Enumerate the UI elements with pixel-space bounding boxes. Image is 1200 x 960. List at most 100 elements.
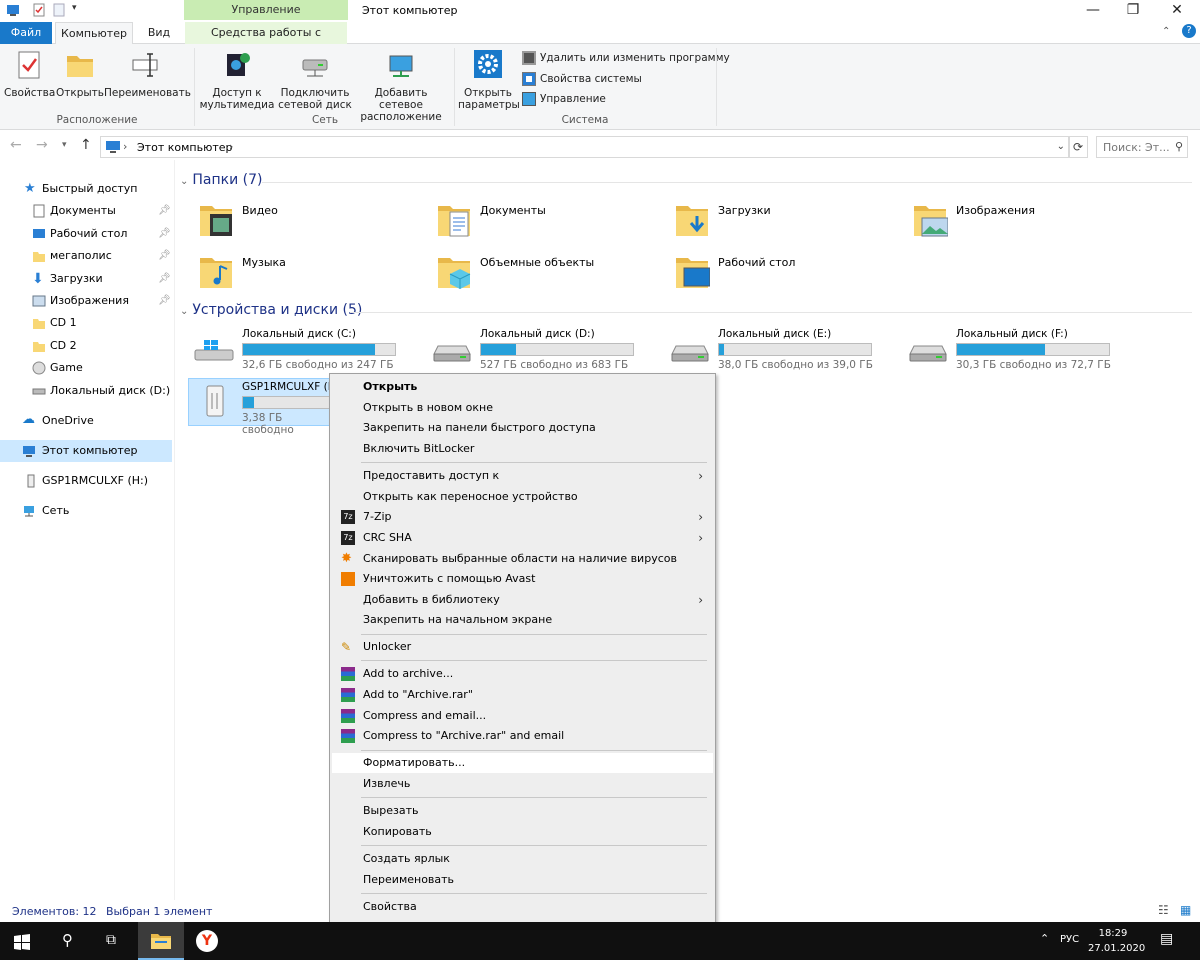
chevron-up-icon[interactable]: ⌃ <box>1040 932 1049 945</box>
details-view-icon[interactable]: ☷ <box>1158 903 1169 917</box>
drive-d[interactable]: Локальный диск (D:) 527 ГБ свободно из 6… <box>418 326 650 374</box>
maximize-button[interactable]: ❐ <box>1110 0 1156 22</box>
breadcrumb-chevron-icon[interactable]: › <box>123 140 127 153</box>
address-bar[interactable]: › Этот компьютер › ⌄ <box>100 136 1070 158</box>
menu-item-unlocker[interactable]: ✎ Unlocker <box>332 637 713 657</box>
menu-item-rename[interactable]: Переименовать <box>332 870 713 890</box>
up-icon[interactable]: ↑ <box>80 137 92 153</box>
tab-computer[interactable]: Компьютер <box>55 22 133 45</box>
folder-video[interactable]: Видео <box>180 196 410 244</box>
folder-documents[interactable]: Документы <box>418 196 648 244</box>
large-icons-view-icon[interactable]: ▦ <box>1180 903 1191 917</box>
pin-icon[interactable]: 📌︎ <box>158 223 171 245</box>
help-icon[interactable]: ? <box>1182 24 1196 38</box>
media-access-button[interactable]: Доступ к мультимедиа <box>198 46 276 111</box>
add-network-location-button[interactable]: Добавить сетевое расположение <box>352 46 450 123</box>
breadcrumb[interactable]: Этот компьютер <box>137 141 233 154</box>
address-dropdown-icon[interactable]: ⌄ <box>1057 141 1065 152</box>
menu-item-pin-quick-access[interactable]: Закрепить на панели быстрого доступа <box>332 418 713 438</box>
start-button[interactable] <box>0 922 46 960</box>
forward-icon[interactable]: → <box>36 137 48 153</box>
menu-item-open[interactable]: Открыть <box>332 377 713 397</box>
map-drive-button[interactable]: Подключить сетевой диск <box>278 46 352 111</box>
menu-item-crc-sha[interactable]: 7z CRC SHA › <box>332 528 713 548</box>
back-icon[interactable]: ← <box>10 137 22 153</box>
menu-item-give-access[interactable]: Предоставить доступ к › <box>332 466 713 486</box>
sidebar-item-desktop[interactable]: Рабочий стол 📌︎ <box>30 223 172 245</box>
clock[interactable]: 18:29 27.01.2020 <box>1088 926 1145 956</box>
sidebar-item-usb-h[interactable]: GSP1RMCULXF (H:) <box>22 470 148 492</box>
folder-3d-objects[interactable]: Объемные объекты <box>418 248 648 296</box>
open-settings-button[interactable]: Открыть параметры <box>458 46 520 111</box>
new-folder-qat-icon[interactable] <box>52 3 66 17</box>
close-button[interactable]: ✕ <box>1154 0 1200 22</box>
drive-c[interactable]: Локальный диск (C:) 32,6 ГБ свободно из … <box>180 326 412 374</box>
menu-item-bitlocker[interactable]: Включить BitLocker <box>332 439 713 459</box>
open-button[interactable]: Открыть <box>56 46 104 99</box>
properties-qat-icon[interactable] <box>32 3 46 17</box>
sidebar-item-drive-d[interactable]: Локальный диск (D:) <box>30 380 170 402</box>
tab-disk-tools[interactable]: Средства работы с дисками <box>185 22 347 60</box>
uninstall-program-button[interactable]: Удалить или изменить программу <box>522 49 730 67</box>
tab-file[interactable]: Файл <box>0 22 52 44</box>
menu-item-add-to-archive[interactable]: Add to archive... <box>332 664 713 684</box>
sidebar-item-documents[interactable]: Документы 📌︎ <box>30 200 172 222</box>
taskbar-explorer[interactable] <box>138 922 184 960</box>
language-indicator[interactable]: РУС <box>1060 934 1079 945</box>
sidebar-item-quick-access[interactable]: ★ Быстрый доступ <box>22 178 138 200</box>
sidebar-item-network[interactable]: Сеть <box>22 500 69 522</box>
menu-item-compress-email[interactable]: Compress and email... <box>332 706 713 726</box>
pin-icon[interactable]: 📌︎ <box>158 268 171 290</box>
menu-item-cut[interactable]: Вырезать <box>332 801 713 821</box>
menu-item-7zip[interactable]: 7z 7-Zip › <box>332 507 713 527</box>
menu-item-copy[interactable]: Копировать <box>332 822 713 842</box>
manage-button[interactable]: Управление <box>522 90 606 108</box>
menu-item-avast-shred[interactable]: Уничтожить с помощью Avast <box>332 569 713 589</box>
menu-item-open-portable[interactable]: Открыть как переносное устройство <box>332 487 713 507</box>
sidebar-item-game[interactable]: Game <box>30 357 83 379</box>
search-taskbar-button[interactable]: ⚲ <box>46 922 92 960</box>
task-view-button[interactable]: ⧉ <box>92 922 138 960</box>
drive-f[interactable]: Локальный диск (F:) 30,3 ГБ свободно из … <box>894 326 1126 374</box>
pin-icon[interactable]: 📌︎ <box>158 245 171 267</box>
chevron-down-icon[interactable]: ⌄ <box>180 176 188 187</box>
ribbon-collapse-icon[interactable]: ⌃ <box>1162 26 1170 37</box>
folders-section-header[interactable]: ⌄ Папки (7) <box>180 172 263 188</box>
recent-locations-icon[interactable]: ▾ <box>62 140 67 150</box>
search-input[interactable]: Поиск: Эт... ⚲ <box>1096 136 1188 158</box>
breadcrumb-chevron-icon[interactable]: › <box>229 140 233 153</box>
qat-dropdown-icon[interactable]: ▾ <box>72 3 86 17</box>
folder-downloads[interactable]: Загрузки <box>656 196 886 244</box>
tab-view[interactable]: Вид <box>141 22 177 44</box>
sidebar-item-this-pc[interactable]: Этот компьютер <box>0 440 172 462</box>
menu-item-eject[interactable]: Извлечь <box>332 774 713 794</box>
menu-item-open-new-window[interactable]: Открыть в новом окне <box>332 398 713 418</box>
taskbar-yandex[interactable]: Y <box>184 922 230 960</box>
sidebar-item-megapolis[interactable]: мегаполис 📌︎ <box>30 245 172 267</box>
menu-item-add-to-archive-rar[interactable]: Add to "Archive.rar" <box>332 685 713 705</box>
menu-item-format[interactable]: Форматировать... <box>332 753 713 773</box>
sidebar-item-downloads[interactable]: ⬇ Загрузки 📌︎ <box>30 268 172 290</box>
refresh-button[interactable]: ⟳ <box>1068 136 1088 158</box>
chevron-down-icon[interactable]: ⌄ <box>180 306 188 317</box>
pin-icon[interactable]: 📌︎ <box>158 290 171 312</box>
notification-icon[interactable]: ▤ <box>1160 931 1173 947</box>
sidebar-item-cd1[interactable]: CD 1 <box>30 312 77 334</box>
menu-item-pin-start[interactable]: Закрепить на начальном экране <box>332 610 713 630</box>
system-properties-button[interactable]: Свойства системы <box>522 70 642 88</box>
drives-section-header[interactable]: ⌄ Устройства и диски (5) <box>180 302 362 318</box>
sidebar-item-cd2[interactable]: CD 2 <box>30 335 77 357</box>
folder-pictures[interactable]: Изображения <box>894 196 1124 244</box>
menu-item-create-shortcut[interactable]: Создать ярлык <box>332 849 713 869</box>
rename-button[interactable]: Переименовать <box>104 46 191 99</box>
menu-item-avast-scan[interactable]: ✸ Сканировать выбранные области на наличи… <box>332 549 713 569</box>
menu-item-add-to-library[interactable]: Добавить в библиотеку › <box>332 590 713 610</box>
folder-music[interactable]: Музыка <box>180 248 410 296</box>
sidebar-item-onedrive[interactable]: ☁ OneDrive <box>22 410 94 432</box>
sidebar-item-pictures[interactable]: Изображения 📌︎ <box>30 290 172 312</box>
drive-e[interactable]: Локальный диск (E:) 38,0 ГБ свободно из … <box>656 326 888 374</box>
folder-desktop[interactable]: Рабочий стол <box>656 248 886 296</box>
drive-h-usb-selected[interactable]: GSP1RMCULXF (H 3,38 ГБ свободно <box>188 378 396 436</box>
menu-item-compress-rar-email[interactable]: Compress to "Archive.rar" and email <box>332 726 713 746</box>
properties-button[interactable]: Свойства <box>4 46 55 99</box>
